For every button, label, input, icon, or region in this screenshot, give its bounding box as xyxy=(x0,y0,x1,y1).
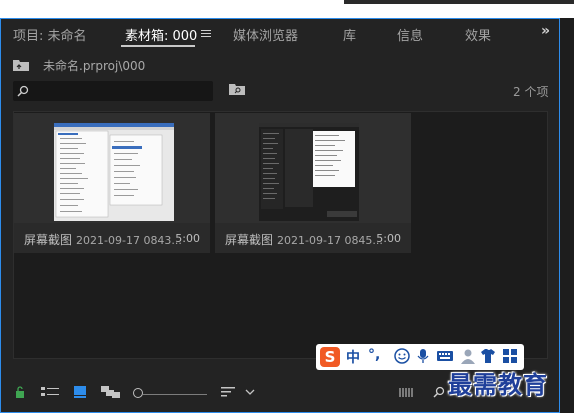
panel-menu-icon[interactable] xyxy=(201,30,211,38)
icon-view-icon[interactable] xyxy=(74,386,86,398)
toolbox-grid-icon[interactable] xyxy=(502,348,518,364)
emoji-icon[interactable] xyxy=(394,348,410,364)
microphone-icon[interactable] xyxy=(416,348,430,364)
tab-bin[interactable]: 素材箱: 000 xyxy=(125,25,197,44)
automate-to-sequence-icon[interactable] xyxy=(399,386,415,398)
watermark-logo: 最需教育 xyxy=(448,370,548,399)
ime-mode-toggle[interactable]: 中 xyxy=(346,347,360,367)
search-icon xyxy=(17,85,29,97)
clip-name: 屏幕截图 xyxy=(225,233,274,247)
tab-project[interactable]: 项目: 未命名 xyxy=(13,25,87,44)
clip-thumbnail xyxy=(14,113,210,223)
search-input[interactable] xyxy=(13,81,213,101)
panel-tab-bar: 项目: 未命名 素材箱: 000 媒体浏览器 库 信息 效果 » xyxy=(1,19,559,47)
tab-effects[interactable]: 效果 xyxy=(465,25,491,44)
zoom-slider-track[interactable] xyxy=(143,394,207,395)
active-tab-indicator xyxy=(121,45,195,47)
clip-duration: 5:00 xyxy=(175,232,200,245)
list-view-icon[interactable] xyxy=(41,386,59,398)
media-item[interactable]: 屏幕截图 2021-09-17 0845... 5:00 xyxy=(215,113,411,253)
chevron-down-icon[interactable] xyxy=(245,386,255,398)
window-top-strip xyxy=(0,0,574,18)
skin-shirt-icon[interactable] xyxy=(480,348,496,364)
tab-media-browser[interactable]: 媒体浏览器 xyxy=(233,25,298,44)
tab-libraries[interactable]: 库 xyxy=(343,25,356,44)
tab-info[interactable]: 信息 xyxy=(397,25,423,44)
ime-punct-toggle[interactable]: °, xyxy=(368,347,380,363)
clip-name: 屏幕截图 xyxy=(24,233,73,247)
new-search-bin-icon[interactable] xyxy=(229,83,245,95)
clip-date: 2021-09-17 0845... xyxy=(277,234,383,247)
item-count: 2 个项 xyxy=(513,85,549,99)
find-icon[interactable] xyxy=(433,386,445,398)
sogou-logo[interactable]: S xyxy=(320,347,340,367)
media-item[interactable]: 屏幕截图 2021-09-17 0843... 5:00 xyxy=(14,113,210,253)
lock-icon[interactable] xyxy=(15,386,25,398)
clip-thumbnail xyxy=(215,113,411,223)
sort-icons-icon[interactable] xyxy=(221,386,235,398)
user-icon[interactable] xyxy=(460,348,476,364)
folder-up-icon[interactable] xyxy=(13,59,29,71)
icon-view-grid: 屏幕截图 2021-09-17 0843... 5:00 屏幕截图 2021-0… xyxy=(13,111,548,359)
freeform-view-icon[interactable] xyxy=(101,386,121,398)
zoom-slider-thumb[interactable] xyxy=(133,388,143,398)
clip-duration: 5:00 xyxy=(376,232,401,245)
keyboard-icon[interactable] xyxy=(436,348,454,364)
clip-date: 2021-09-17 0843... xyxy=(76,234,182,247)
bin-path-text: 未命名.prproj\000 xyxy=(43,59,146,73)
more-tabs-button[interactable]: » xyxy=(541,23,550,39)
